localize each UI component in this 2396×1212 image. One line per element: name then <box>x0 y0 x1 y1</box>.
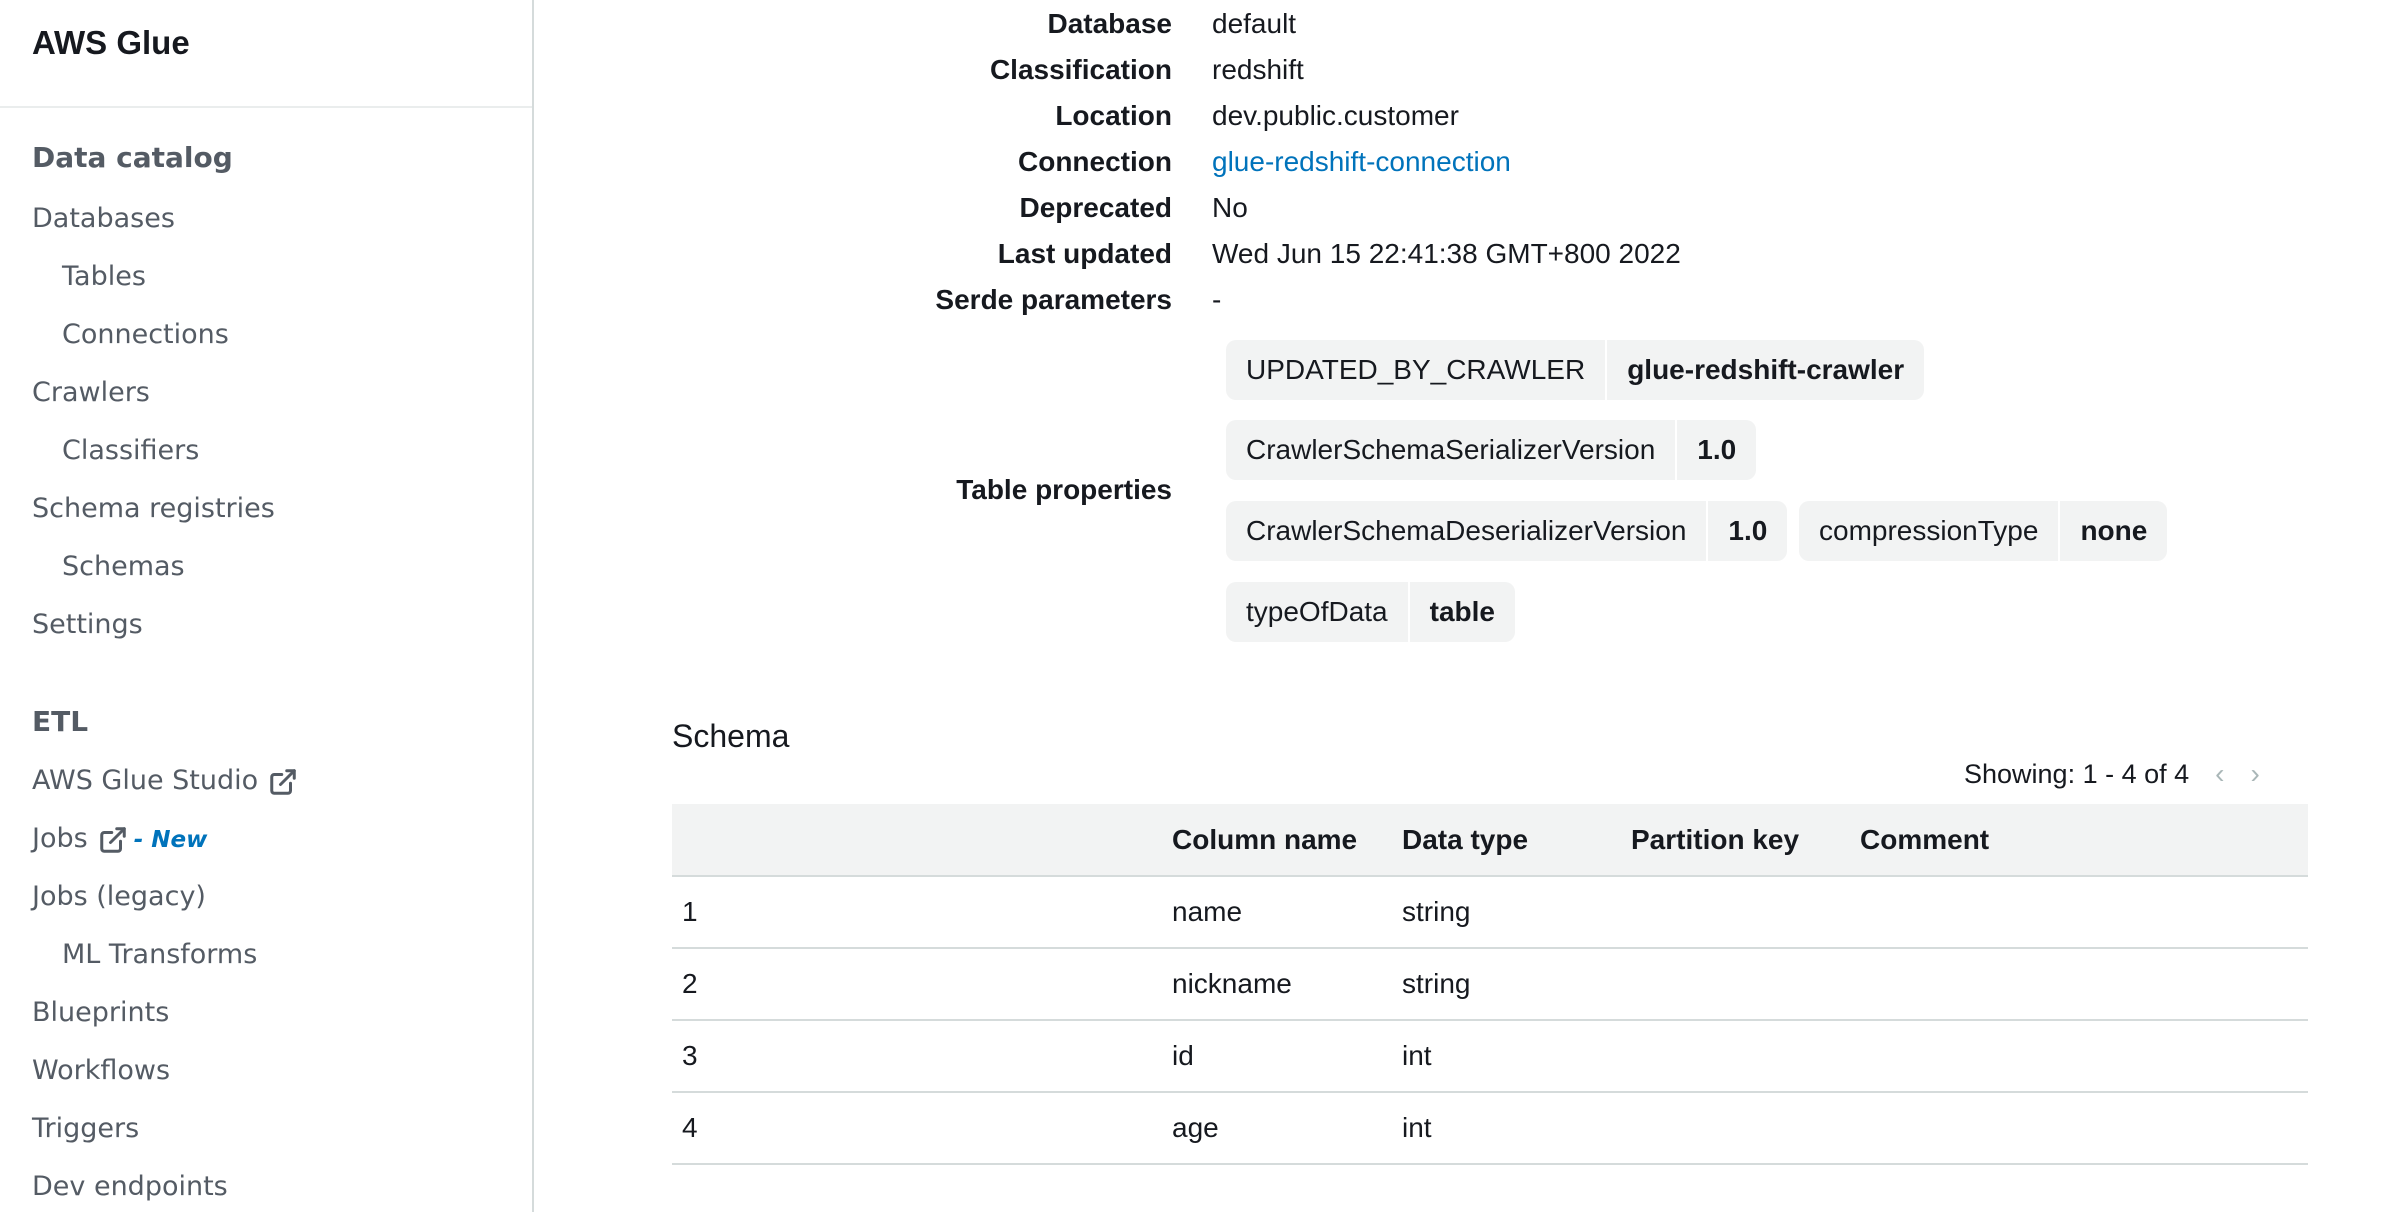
property-value: 1.0 <box>1697 434 1737 465</box>
row-column-name: age <box>1172 1112 1219 1143</box>
schema-table: Column name Data type Partition key Comm… <box>672 804 2308 1165</box>
column-header-comment[interactable]: Comment <box>1860 804 2308 876</box>
pagination-status: Showing: 1 - 4 of 4 <box>1964 758 2190 789</box>
row-partition-key <box>1631 1020 1860 1092</box>
row-comment <box>1860 876 2308 948</box>
row-index: 3 <box>682 1040 698 1071</box>
row-data-type: int <box>1402 1112 1432 1143</box>
external-link-icon <box>270 768 296 795</box>
database-label: Database <box>1047 8 1172 39</box>
table-header-row: Column name Data type Partition key Comm… <box>672 804 2308 876</box>
column-header-partition[interactable]: Partition key <box>1631 804 1860 876</box>
classification-label: Classification <box>989 54 1172 85</box>
external-link-icon <box>99 826 126 853</box>
main-content: Database default Classification redshift… <box>536 0 2396 1212</box>
schema-title: Schema <box>672 718 790 754</box>
chevron-right-icon[interactable]: › <box>2250 758 2259 790</box>
sidebar-item-connections[interactable]: Connections <box>62 319 229 350</box>
row-index: 2 <box>682 968 698 999</box>
row-index: 4 <box>682 1112 698 1143</box>
row-column-name: name <box>1172 896 1243 927</box>
sidebar-item-workflows[interactable]: Workflows <box>32 1055 170 1086</box>
property-key: compressionType <box>1799 501 2061 561</box>
sidebar-item-jobs-legacy[interactable]: Jobs (legacy) <box>32 881 206 912</box>
row-comment <box>1860 948 2308 1020</box>
table-row: 3 id int <box>672 1020 2308 1092</box>
nav-section-etl[interactable]: ETL <box>32 705 88 738</box>
deprecated-value: No <box>1212 192 1248 223</box>
connection-link[interactable]: glue-redshift-connection <box>1212 146 1511 178</box>
sidebar-item-ml-transforms[interactable]: ML Transforms <box>62 939 257 970</box>
table-properties-label: Table properties <box>956 474 1172 505</box>
row-column-name: nickname <box>1172 968 1292 999</box>
row-partition-key <box>1631 876 1860 948</box>
deprecated-label: Deprecated <box>1019 192 1172 223</box>
property-value: glue-redshift-crawler <box>1627 354 1905 385</box>
row-comment <box>1860 1092 2308 1164</box>
row-partition-key <box>1631 1092 1860 1164</box>
sidebar-item-label: AWS Glue Studio <box>32 765 259 796</box>
row-comment <box>1860 1020 2308 1092</box>
sidebar: AWS Glue Data catalog Databases Tables C… <box>0 0 534 1212</box>
property-value: none <box>2080 515 2148 546</box>
sidebar-item-databases[interactable]: Databases <box>32 203 175 234</box>
sidebar-item-classifiers[interactable]: Classifiers <box>62 435 199 466</box>
property-chip: UPDATED_BY_CRAWLER glue-redshift-crawler <box>1226 340 1925 400</box>
sidebar-item-glue-studio[interactable]: AWS Glue Studio <box>32 765 298 797</box>
property-chip: compressionType none <box>1799 501 2168 561</box>
sidebar-header: AWS Glue <box>0 0 532 108</box>
sidebar-item-tables[interactable]: Tables <box>62 261 146 292</box>
sidebar-item-settings[interactable]: Settings <box>32 609 143 640</box>
row-partition-key <box>1631 948 1860 1020</box>
row-index: 1 <box>682 896 698 927</box>
row-data-type: int <box>1402 1040 1432 1071</box>
location-label: Location <box>1055 100 1172 131</box>
pagination: Showing: 1 - 4 of 4 ‹ › <box>1964 758 2260 790</box>
new-badge: - New <box>133 827 208 853</box>
serde-parameters-value: - <box>1212 284 1222 315</box>
database-value: default <box>1212 8 1297 39</box>
property-key: typeOfData <box>1226 582 1410 642</box>
chevron-left-icon[interactable]: ‹ <box>2215 758 2224 790</box>
serde-parameters-label: Serde parameters <box>935 284 1172 315</box>
sidebar-item-label: Jobs <box>32 823 88 854</box>
table-row: 2 nickname string <box>672 948 2308 1020</box>
sidebar-item-blueprints[interactable]: Blueprints <box>32 997 169 1028</box>
sidebar-item-crawlers[interactable]: Crawlers <box>32 377 150 408</box>
property-chip: CrawlerSchemaDeserializerVersion 1.0 <box>1226 501 1788 561</box>
sidebar-item-jobs[interactable]: Jobs - New <box>32 823 207 855</box>
nav-section-data-catalog[interactable]: Data catalog <box>32 141 233 174</box>
sidebar-item-schemas[interactable]: Schemas <box>62 551 185 582</box>
table-row: 1 name string <box>672 876 2308 948</box>
row-data-type: string <box>1402 896 1471 927</box>
property-value: 1.0 <box>1728 515 1768 546</box>
connection-label: Connection <box>1018 146 1172 177</box>
row-data-type: string <box>1402 968 1471 999</box>
property-key: CrawlerSchemaSerializerVersion <box>1226 420 1678 480</box>
app-title[interactable]: AWS Glue <box>32 24 190 62</box>
property-chip: CrawlerSchemaSerializerVersion 1.0 <box>1226 420 1757 480</box>
property-chip: typeOfData table <box>1226 582 1515 642</box>
sidebar-item-schema-registries[interactable]: Schema registries <box>32 493 275 524</box>
property-key: UPDATED_BY_CRAWLER <box>1226 340 1608 400</box>
location-value: dev.public.customer <box>1212 100 1459 131</box>
column-header-index <box>672 804 1172 876</box>
classification-value: redshift <box>1212 54 1304 85</box>
last-updated-label: Last updated <box>997 238 1172 269</box>
row-column-name: id <box>1172 1040 1194 1071</box>
column-header-name[interactable]: Column name <box>1172 804 1402 876</box>
sidebar-item-triggers[interactable]: Triggers <box>32 1113 139 1144</box>
sidebar-item-dev-endpoints[interactable]: Dev endpoints <box>32 1171 228 1202</box>
column-header-type[interactable]: Data type <box>1402 804 1631 876</box>
table-row: 4 age int <box>672 1092 2308 1164</box>
property-key: CrawlerSchemaDeserializerVersion <box>1226 501 1709 561</box>
property-value: table <box>1429 596 1495 627</box>
last-updated-value: Wed Jun 15 22:41:38 GMT+800 2022 <box>1212 238 1681 269</box>
